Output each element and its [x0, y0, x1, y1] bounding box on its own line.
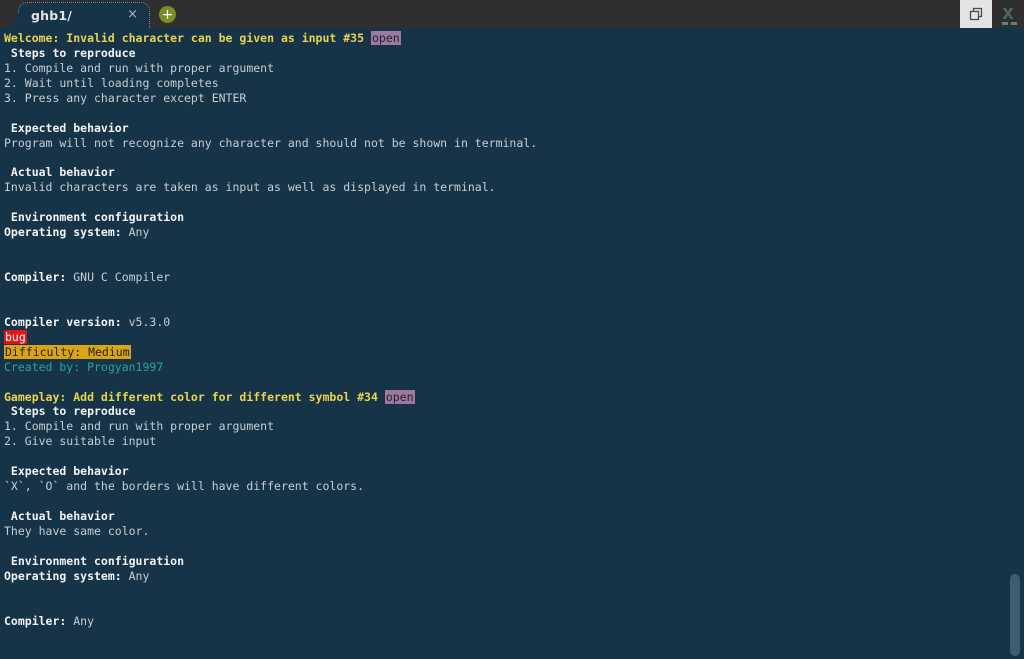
section-body-line: 2. Wait until loading completes [4, 76, 1024, 91]
body-text: 1. Compile and run with proper argument [4, 419, 275, 434]
section-body-line: 1. Compile and run with proper argument [4, 61, 1024, 76]
section-heading: Steps to reproduce [4, 404, 136, 419]
section-body-line: 3. Press any character except ENTER [4, 91, 1024, 106]
section-heading-line: Actual behavior [4, 509, 1024, 524]
issue-label-line: Difficulty: Medium [4, 344, 1024, 360]
tab-title: ghb1/ [31, 8, 73, 23]
body-text: Program will not recognize any character… [4, 135, 538, 150]
config-field-value: Any [66, 613, 95, 628]
section-heading: Actual behavior [4, 509, 115, 523]
section-heading: Steps to reproduce [4, 45, 136, 60]
section-heading: Actual behavior [4, 165, 115, 180]
section-heading: Environment configuration [4, 553, 185, 568]
section-body-line [4, 449, 1024, 464]
resize-grip[interactable] [1002, 21, 1020, 26]
terminal-scrollbar[interactable] [1006, 28, 1024, 659]
issue-title: Welcome: Invalid character can be given … [4, 31, 365, 45]
title-bar: ghb1/ × + [0, 0, 1024, 28]
config-field-key: Compiler: [4, 270, 67, 284]
config-field-value: Any [121, 568, 150, 583]
terminal-output: Welcome: Invalid character can be given … [4, 31, 1024, 659]
issue-state-badge: open [370, 31, 401, 45]
config-field-value: GNU C Compiler [66, 270, 171, 284]
section-body-line: 1. Compile and run with proper argument [4, 419, 1024, 434]
body-text: `X`, `O` and the borders will have diffe… [4, 479, 365, 494]
section-heading-line: Expected behavior [4, 121, 1024, 136]
section-body-line [4, 106, 1024, 121]
terminal-body[interactable]: Welcome: Invalid character can be given … [0, 28, 1024, 659]
issue-title-line: Gameplay: Add different color for differ… [4, 389, 1024, 405]
config-field-key: Operating system: [4, 225, 122, 240]
issue-state-badge: open [384, 389, 415, 404]
grip-dot [1002, 22, 1008, 25]
close-tab-icon[interactable]: × [124, 8, 141, 23]
section-heading-line: Environment configuration [4, 210, 1024, 225]
terminal-window: ghb1/ × + X Welcome: Invalid character c… [0, 0, 1024, 659]
tab-ghb1[interactable]: ghb1/ × [3, 2, 150, 28]
config-field-key: Compiler version: [4, 314, 122, 329]
config-field-line: Compiler version: v5.3.0 [4, 315, 1024, 330]
config-field-line: Compiler: Any [4, 614, 1024, 629]
issue-label: bug [4, 329, 27, 344]
body-text: Invalid characters are taken as input as… [4, 180, 496, 195]
issue-title-line: Welcome: Invalid character can be given … [4, 31, 1024, 46]
section-body-line: Invalid characters are taken as input as… [4, 180, 1024, 195]
section-heading: Expected behavior [4, 120, 129, 135]
body-text: 1. Compile and run with proper argument [4, 60, 275, 75]
config-field-key: Operating system: [4, 568, 122, 583]
scrollbar-thumb[interactable] [1010, 574, 1020, 656]
section-body-line: They have same color. [4, 524, 1024, 539]
body-text: 2. Wait until loading completes [4, 75, 219, 90]
created-by-line: Created by: Progyan1997 [4, 360, 1024, 375]
issue-title: Gameplay: Add different color for differ… [4, 389, 378, 404]
restore-window-button[interactable] [960, 0, 992, 28]
section-heading: Expected behavior [4, 464, 129, 479]
section-heading: Environment configuration [4, 210, 185, 225]
config-field-key: Compiler: [4, 613, 67, 628]
grip-dot [1011, 22, 1017, 25]
section-body-line: Program will not recognize any character… [4, 136, 1024, 151]
body-text: They have same color. [4, 523, 150, 538]
new-tab-button[interactable]: + [159, 6, 176, 23]
created-by: Created by: Progyan1997 [4, 359, 164, 374]
config-field-value: Any [121, 225, 150, 240]
section-heading-line: Expected behavior [4, 464, 1024, 479]
section-body-line: `X`, `O` and the borders will have diffe… [4, 479, 1024, 494]
section-body-line [4, 195, 1024, 210]
section-body-line [4, 494, 1024, 509]
config-field-line: Operating system: Any [4, 225, 1024, 240]
section-heading-line: Steps to reproduce [4, 46, 1024, 61]
config-field-line: Compiler: GNU C Compiler [4, 270, 1024, 285]
body-text: 2. Give suitable input [4, 434, 157, 449]
close-window-icon: X [1002, 4, 1014, 23]
section-body-line [4, 151, 1024, 166]
body-text: 3. Press any character except ENTER [4, 90, 247, 105]
tab-strip: ghb1/ × + [0, 0, 176, 28]
section-body-line [4, 539, 1024, 554]
restore-window-icon [969, 7, 983, 21]
issue-label: Difficulty: Medium [4, 344, 131, 359]
section-heading-line: Environment configuration [4, 554, 1024, 569]
section-heading-line: Actual behavior [4, 165, 1024, 180]
section-body-line: 2. Give suitable input [4, 434, 1024, 449]
section-heading-line: Steps to reproduce [4, 404, 1024, 419]
issue-label-line: bug [4, 329, 1024, 345]
config-field-line: Operating system: Any [4, 569, 1024, 584]
config-field-value: v5.3.0 [121, 314, 171, 329]
